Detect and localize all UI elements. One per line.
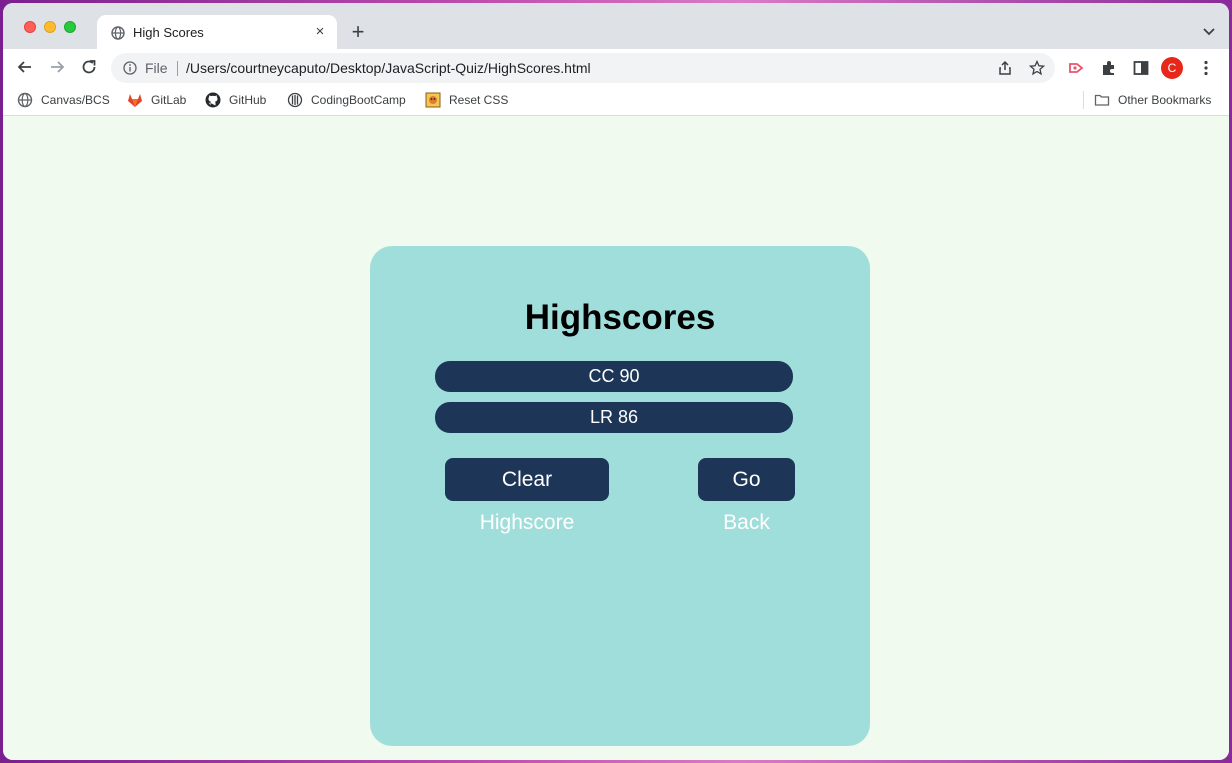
globe-icon [17,92,33,108]
fullscreen-window-button[interactable] [64,21,76,33]
forward-arrow-icon[interactable] [47,57,67,77]
score-list: CC 90 LR 86 [435,361,793,443]
bookmark-codingbootcamp[interactable]: CodingBootCamp [287,91,406,109]
globe-icon [111,26,125,40]
file-scheme-label: File [145,60,168,76]
folder-icon [1094,94,1110,106]
bookmark-label: Reset CSS [449,93,509,107]
profile-avatar[interactable]: C [1161,57,1183,79]
tab-title: High Scores [133,25,204,40]
address-divider [177,61,178,76]
reload-icon[interactable] [79,57,99,77]
bookmark-github[interactable]: GitHub [205,91,266,109]
bookmark-reset-css[interactable]: Reset CSS [425,91,508,109]
bookmark-other-bookmarks[interactable]: Other Bookmarks [1094,91,1211,109]
go-back-button[interactable]: Go Back [698,458,795,534]
bootcamp-icon [287,92,303,108]
bookmark-label: GitLab [151,93,187,107]
extensions-puzzle-icon[interactable] [1100,59,1118,77]
tab-close-icon[interactable]: × [311,23,329,41]
bookmarks-divider [1083,91,1084,109]
tab-high-scores[interactable]: High Scores × [97,15,337,49]
back-arrow-icon[interactable] [15,57,35,77]
tab-strip: High Scores × + [3,3,1229,49]
score-item: LR 86 [435,402,793,433]
toolbar: File /Users/courtneycaputo/Desktop/JavaS… [3,49,1229,85]
extension-arrow-icon[interactable] [1067,59,1085,77]
browser-window: High Scores × + File /Users/courtneycapu… [3,3,1229,760]
page-title: Highscores [524,298,716,337]
info-icon[interactable] [123,61,137,75]
bookmark-label: Other Bookmarks [1118,93,1212,107]
new-tab-button[interactable]: + [347,21,369,43]
tab-search-chevron-icon[interactable] [1201,23,1217,39]
side-panel-icon[interactable] [1132,59,1150,77]
kebab-menu-icon[interactable] [1197,59,1215,77]
bookmark-gitlab[interactable]: GitLab [127,91,186,109]
bookmark-label: Canvas/BCS [41,93,110,107]
highscores-card: Highscores CC 90 LR 86 Clear Highscore G… [370,246,870,746]
bookmark-label: GitHub [229,93,267,107]
clear-highscore-button[interactable]: Clear Highscore [445,458,609,534]
share-icon[interactable] [997,60,1013,76]
github-icon [205,92,221,108]
bookmark-star-icon[interactable] [1029,60,1045,76]
score-item: CC 90 [435,361,793,392]
address-bar[interactable]: File /Users/courtneycaputo/Desktop/JavaS… [111,53,1055,83]
url-text[interactable]: /Users/courtneycaputo/Desktop/JavaScript… [186,60,591,76]
bookmarks-bar: Canvas/BCS GitLab GitHub CodingBootCamp … [3,85,1229,116]
gitlab-icon [128,94,142,107]
bookmark-label: CodingBootCamp [311,93,406,107]
page-content: Highscores CC 90 LR 86 Clear Highscore G… [3,117,1229,760]
bookmark-canvas-bcs[interactable]: Canvas/BCS [17,91,110,109]
close-window-button[interactable] [24,21,36,33]
reset-css-icon [425,92,441,108]
minimize-window-button[interactable] [44,21,56,33]
